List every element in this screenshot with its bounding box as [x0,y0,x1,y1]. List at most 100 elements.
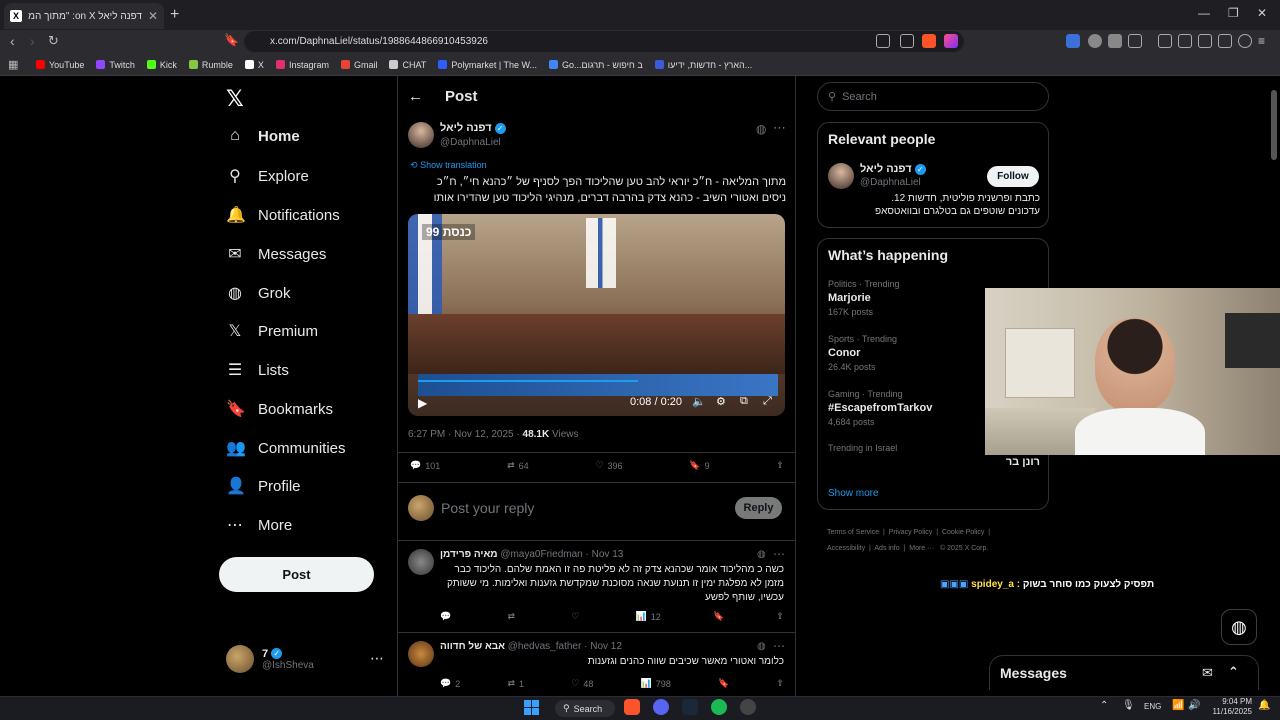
nav-explore[interactable]: ⚲ Explore [226,166,309,186]
nav-communities[interactable]: 👥 Communities [226,438,346,458]
repost-action[interactable]: ⇄ 1 [507,678,524,689]
volume-icon[interactable]: 🔊 [1188,700,1200,711]
trend-item[interactable]: Sports · Trending Conor 26.4K posts [828,334,978,372]
notification-center-icon[interactable]: 🔔 [1258,700,1270,711]
brave-taskbar-icon[interactable] [624,699,640,715]
brave-rewards-icon[interactable] [944,34,958,48]
bookmark-x[interactable]: X [244,60,264,70]
reply-button[interactable]: Reply [735,497,782,519]
sidebar-toggle-icon[interactable] [1178,34,1192,48]
bookmark-twitch[interactable]: Twitch [96,60,135,70]
nav-profile[interactable]: 👤 Profile [226,476,301,496]
footer-link-terms[interactable]: Terms of Service [827,529,879,536]
maximize-window-icon[interactable]: ❐ [1228,6,1239,20]
bookmark-action[interactable]: 🔖 [718,678,729,689]
input-language[interactable]: ENG [1144,702,1161,711]
relevant-person-name-row[interactable]: דפנה ליאל ✓ [860,163,926,175]
wifi-icon[interactable]: 📶 [1172,700,1184,711]
volume-icon[interactable]: 🔈 [692,395,706,408]
bookmark-haaretz[interactable]: הארץ - חדשות, ידיעו... [654,60,752,70]
browser-tab[interactable]: X דפנה ליאל on X: "מתוך המלי ✕ [4,3,164,29]
discord-taskbar-icon[interactable] [653,699,669,715]
bookmark-instagram[interactable]: Instagram [275,60,329,70]
fullscreen-icon[interactable]: ⤢ [763,395,772,408]
bookmark-google-translate[interactable]: Go...ב חיפוש - תרגום [549,60,643,70]
post-button[interactable]: Post [219,557,374,592]
grok-explain-icon[interactable]: ◍ [757,549,766,560]
like-action[interactable]: ♡ 48 [571,678,593,689]
reply-avatar[interactable] [408,641,434,667]
grok-explain-icon[interactable]: ◍ [756,122,766,136]
reply-action[interactable]: 💬 2 [440,678,460,689]
reply-author-name[interactable]: מאיה פרידמן [440,549,498,560]
settings-icon[interactable]: ⚙ [716,395,726,408]
show-translation-link[interactable]: ⟲ Show translation [410,160,487,171]
nav-notifications[interactable]: 🔔 Notifications [226,205,340,225]
bookmark-youtube[interactable]: YouTube [36,60,84,70]
trend-item[interactable]: Gaming · Trending #EscapefromTarkov 4,68… [828,389,978,427]
like-action[interactable]: ♡ [571,611,583,622]
nav-more[interactable]: ⋯ More [226,515,292,535]
cast-icon[interactable] [876,34,890,48]
follow-button[interactable]: Follow [987,166,1039,187]
reply-post[interactable]: אבא של חדווה @hedvas_father · Nov 12 ◍ ⋯… [397,633,796,696]
reply-post[interactable]: מאיה פרידמן @maya0Friedman · Nov 13 ◍ ⋯ … [397,541,796,631]
footer-link-accessibility[interactable]: Accessibility [827,545,865,552]
forward-icon[interactable]: › [30,33,35,49]
address-bar[interactable]: x.com/DaphnaLiel/status/1988644866910453… [244,31,964,52]
share-icon[interactable] [900,34,914,48]
bookmark-gmail[interactable]: Gmail [340,60,377,70]
extension-shield-icon[interactable] [1088,34,1102,48]
leo-ai-icon[interactable] [1218,34,1232,48]
more-options-icon[interactable]: ⋯ [773,120,786,136]
spotify-taskbar-icon[interactable] [711,699,727,715]
back-icon[interactable]: ‹ [10,33,15,49]
share-action[interactable]: ⇪ [776,611,784,622]
taskbar-clock[interactable]: 9:04 PM 11/16/2025 [1208,697,1252,717]
reply-author-name[interactable]: אבא של חדווה [440,641,505,652]
grok-explain-icon[interactable]: ◍ [757,641,766,652]
extension-box-icon[interactable] [1128,34,1142,48]
steam-taskbar-icon[interactable] [682,699,698,715]
close-tab-icon[interactable]: ✕ [148,9,158,23]
views-action[interactable]: 📊 798 [641,678,671,689]
reload-icon[interactable]: ↻ [48,33,59,49]
views-action[interactable]: 📊 12 [636,611,661,622]
repost-action[interactable]: ⇄ [507,611,519,622]
footer-link-more[interactable]: More ··· [909,545,934,552]
picture-in-picture-icon[interactable]: ⧉ [740,395,748,408]
bookmark-page-icon[interactable]: 🔖 [224,33,239,47]
author-handle[interactable]: @DaphnaLiel [440,137,501,148]
share-action[interactable]: ⇪ [776,460,784,471]
reply-action[interactable]: 💬 101 [410,460,440,471]
wallet-icon[interactable] [1198,34,1212,48]
nav-lists[interactable]: ☰ Lists [226,360,289,380]
menu-icon[interactable]: ≡ [1258,34,1272,48]
new-message-icon[interactable]: ✉ [1202,665,1213,681]
new-tab-button[interactable]: + [170,6,179,24]
brave-shields-icon[interactable] [922,34,936,48]
reply-action[interactable]: 💬 [440,611,455,622]
extension-badge-icon[interactable] [1066,34,1080,48]
expand-icon[interactable]: ⌃ [1228,664,1239,680]
back-arrow-icon[interactable]: ← [408,88,423,105]
bookmark-action[interactable]: 🔖 [713,611,724,622]
share-action[interactable]: ⇪ [776,678,784,689]
footer-link-privacy[interactable]: Privacy Policy [889,529,933,536]
author-name-row[interactable]: דפנה ליאל ✓ [440,122,506,134]
account-switcher[interactable]: 7 ✓ @IshSheva [226,645,314,673]
taskbar-search[interactable]: ⚲ Search [555,700,615,717]
author-avatar[interactable] [408,122,434,148]
nav-premium[interactable]: 𝕏 Premium [226,321,318,341]
windows-start-icon[interactable] [524,700,539,715]
bookmark-rumble[interactable]: Rumble [188,60,233,70]
bookmark-polymarket[interactable]: Polymarket | The W... [438,60,537,70]
apps-grid-icon[interactable]: ▦ [8,58,18,71]
bookmark-action[interactable]: 🔖 9 [689,460,709,471]
search-input[interactable]: ⚲ Search [817,82,1049,111]
media-icon[interactable] [1158,34,1172,48]
grok-floating-button[interactable]: ◍ [1221,609,1257,645]
close-window-icon[interactable]: ✕ [1257,6,1267,20]
bookmark-chat[interactable]: CHAT [389,60,426,70]
more-options-icon[interactable]: ⋯ [773,547,785,561]
